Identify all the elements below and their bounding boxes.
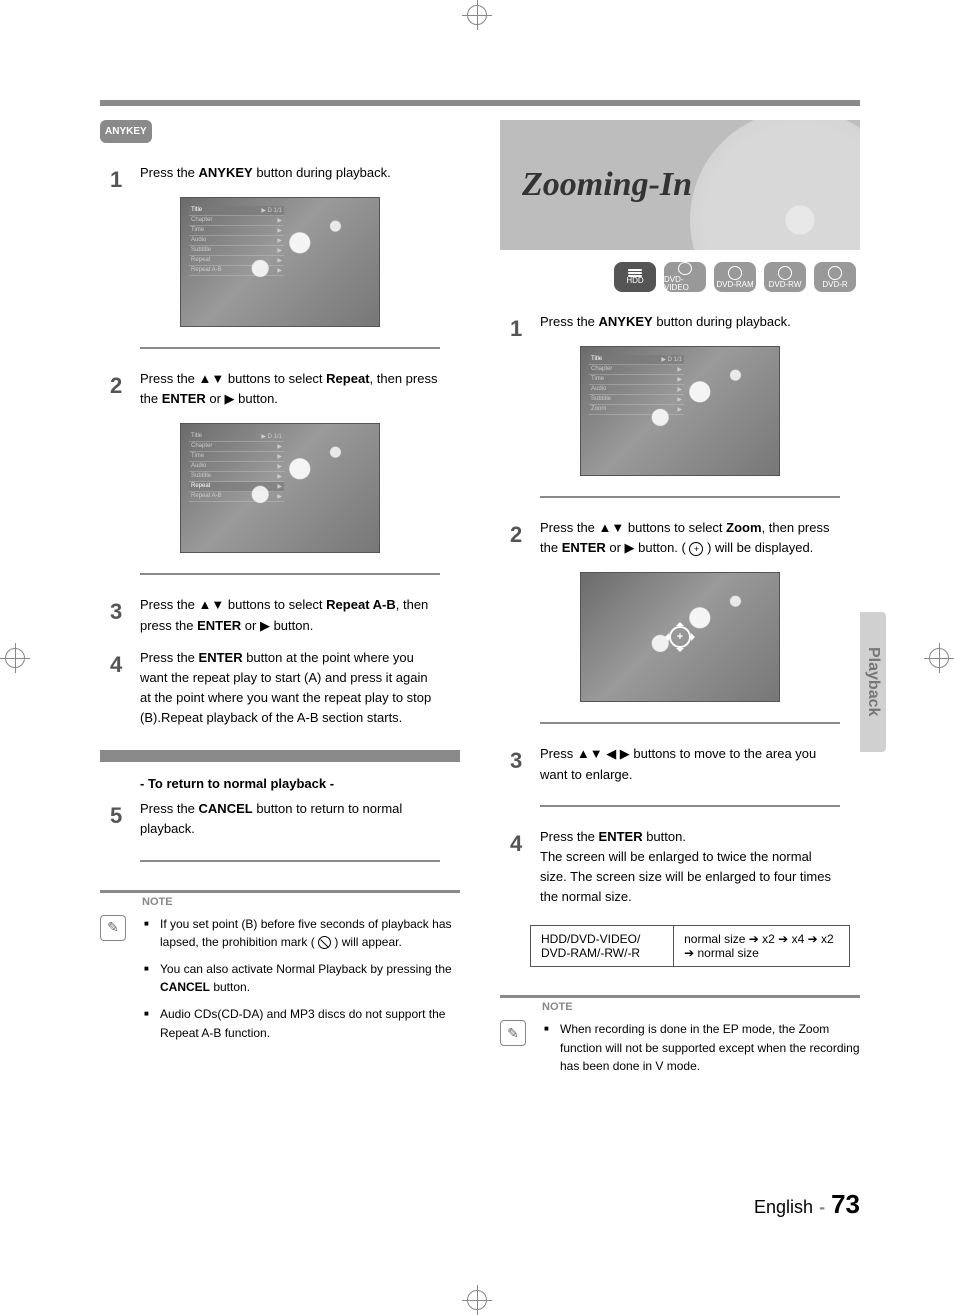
- osd-menu: Title▶ D 1/1Chapter▶ Time▶ Audio▶ Subtit…: [189, 432, 284, 502]
- note-label: NOTE: [142, 896, 173, 908]
- right-notes: When recording is done in the EP mode, t…: [544, 1020, 860, 1084]
- step-number: 2: [510, 518, 522, 552]
- right-step1: 1 Press the ANYKEY button during playbac…: [540, 312, 840, 332]
- step-number: 4: [110, 648, 122, 682]
- zoom-table-sequence: normal size ➔ x2 ➔ x4 ➔ x2 ➔ normal size: [674, 926, 849, 966]
- crop-mark-bottom: [462, 1285, 492, 1315]
- prohibition-icon: [318, 936, 331, 949]
- thick-divider: [100, 750, 460, 762]
- left-step1: 1 Press the ANYKEY button during playbac…: [140, 163, 440, 183]
- footer-language: English: [754, 1197, 813, 1218]
- screenshot-menu-zoom-1: Title▶ D 1/1Chapter▶ Time▶ Audio▶ Subtit…: [580, 346, 780, 476]
- left-step2: 2 Press the ▲▼ buttons to select Repeat,…: [140, 369, 440, 409]
- note-item: If you set point (B) before five seconds…: [144, 915, 460, 952]
- side-tab-playback: Playback: [860, 612, 886, 752]
- media-badge-dvd-r: DVD-R: [814, 262, 856, 292]
- osd-menu: Title▶ D 1/1Chapter▶ Time▶ Audio▶ Subtit…: [189, 206, 284, 276]
- page-content: ANYKEY 1 Press the ANYKEY button during …: [100, 100, 860, 1220]
- media-badge-dvd-video: DVD-VIDEO: [664, 262, 706, 292]
- left-step3: 3 Press the ▲▼ buttons to select Repeat …: [140, 595, 440, 635]
- step-number: 4: [510, 827, 522, 861]
- top-rule: [100, 100, 860, 106]
- left-note-box: NOTE ✎ If you set point (B) before five …: [100, 890, 460, 1051]
- zoom-cursor-overlay: +: [669, 626, 691, 648]
- right-step2: 2 Press the ▲▼ buttons to select Zoom, t…: [540, 518, 840, 558]
- anykey-label: ANYKEY: [199, 165, 253, 180]
- left-column: ANYKEY 1 Press the ANYKEY button during …: [100, 120, 460, 1084]
- anykey-badge: ANYKEY: [100, 120, 152, 143]
- note-item: When recording is done in the EP mode, t…: [544, 1020, 860, 1076]
- media-badge-dvd-rw: DVD-RW: [764, 262, 806, 292]
- crop-mark-left: [0, 643, 30, 673]
- crop-mark-right: [924, 643, 954, 673]
- crop-mark-top: [462, 0, 492, 30]
- zoom-sequence-table: HDD/DVD-VIDEO/ DVD-RAM/-RW/-R normal siz…: [530, 925, 850, 967]
- section-title: Zooming-In: [522, 166, 692, 204]
- separator: [540, 805, 840, 807]
- right-step4: 4 Press the ENTER button. The screen wil…: [540, 827, 840, 908]
- pencil-icon: ✎: [100, 915, 126, 941]
- step-number: 3: [110, 595, 122, 629]
- zoom-table-media: HDD/DVD-VIDEO/ DVD-RAM/-RW/-R: [531, 926, 674, 966]
- note-item: Audio CDs(CD-DA) and MP3 discs do not su…: [144, 1005, 460, 1042]
- screenshot-menu-2: Title▶ D 1/1Chapter▶ Time▶ Audio▶ Subtit…: [180, 423, 380, 553]
- left-step5: 5 Press the CANCEL button to return to n…: [140, 799, 440, 839]
- pencil-icon: ✎: [500, 1020, 526, 1046]
- left-notes: If you set point (B) before five seconds…: [144, 915, 460, 1051]
- separator: [140, 860, 440, 862]
- page-footer: English - 73: [754, 1189, 860, 1220]
- note-item: You can also activate Normal Playback by…: [144, 960, 460, 997]
- left-step4: 4 Press the ENTER button at the point wh…: [140, 648, 440, 729]
- screenshot-menu-1: Title▶ D 1/1Chapter▶ Time▶ Audio▶ Subtit…: [180, 197, 380, 327]
- media-badge-hdd: HDD: [614, 262, 656, 292]
- osd-menu: Title▶ D 1/1Chapter▶ Time▶ Audio▶ Subtit…: [589, 355, 684, 415]
- step-number: 1: [510, 312, 522, 346]
- page-number: 73: [831, 1189, 860, 1220]
- step-number: 5: [110, 799, 122, 833]
- separator: [540, 722, 840, 724]
- separator: [140, 347, 440, 349]
- step-number: 3: [510, 744, 522, 778]
- footer-dash: -: [819, 1197, 825, 1218]
- cancel-heading: - To return to normal playback -: [140, 776, 460, 791]
- media-badge-dvd-ram: DVD-RAM: [714, 262, 756, 292]
- separator: [540, 496, 840, 498]
- zoom-cursor-icon: +: [689, 542, 703, 556]
- disc-art-icon: [690, 120, 860, 250]
- note-label: NOTE: [542, 1001, 573, 1013]
- media-badges: HDD DVD-VIDEO DVD-RAM DVD-RW DVD-R: [500, 262, 856, 292]
- screenshot-zoom-cursor: +: [580, 572, 780, 702]
- separator: [140, 573, 440, 575]
- step-number: 2: [110, 369, 122, 403]
- right-column: Zooming-In HDD DVD-VIDEO DVD-RAM DVD-RW DVD-…: [500, 120, 860, 1084]
- right-note-box: NOTE ✎ When recording is done in the EP …: [500, 995, 860, 1084]
- section-header: Zooming-In: [500, 120, 860, 250]
- right-step3: 3 Press ▲▼ ◀ ▶ buttons to move to the ar…: [540, 744, 840, 784]
- step-number: 1: [110, 163, 122, 197]
